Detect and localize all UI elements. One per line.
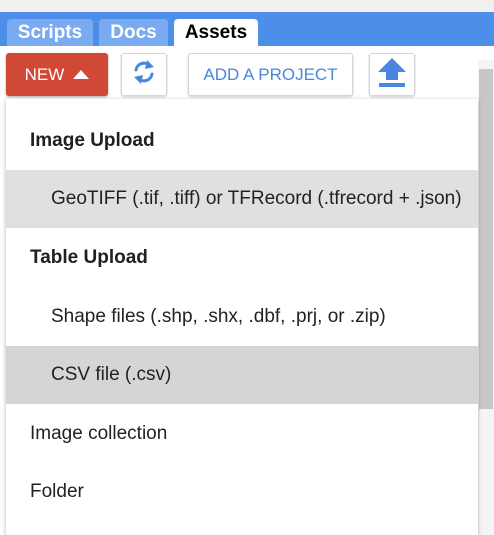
folder-item[interactable]: Folder — [6, 463, 478, 521]
caret-up-icon — [73, 70, 90, 79]
upload-icon — [377, 56, 407, 93]
refresh-button[interactable] — [121, 53, 167, 96]
tab-scripts[interactable]: Scripts — [7, 19, 93, 46]
scrollbar-thumb[interactable] — [479, 69, 493, 409]
tab-docs[interactable]: Docs — [99, 19, 168, 46]
table-upload-header: Table Upload — [30, 247, 148, 268]
add-project-button[interactable]: ADD A PROJECT — [188, 53, 353, 96]
tab-bar: Scripts Docs Assets — [0, 12, 494, 46]
upload-button[interactable] — [369, 53, 415, 96]
tab-assets[interactable]: Assets — [174, 19, 258, 46]
refresh-icon — [131, 57, 157, 92]
image-collection-item[interactable]: Image collection — [6, 405, 478, 463]
new-button-label: NEW — [24, 64, 65, 84]
new-dropdown-menu: Image Upload GeoTIFF (.tif, .tiff) or TF… — [6, 99, 478, 535]
new-button[interactable]: NEW — [6, 53, 108, 96]
image-upload-header: Image Upload — [30, 130, 155, 151]
shape-files-item[interactable]: Shape files (.shp, .shx, .dbf, .prj, or … — [6, 288, 478, 346]
csv-file-item[interactable]: CSV file (.csv) — [6, 346, 478, 404]
geotiff-upload-item[interactable]: GeoTIFF (.tif, .tiff) or TFRecord (.tfre… — [6, 170, 478, 228]
top-strip — [0, 0, 494, 12]
